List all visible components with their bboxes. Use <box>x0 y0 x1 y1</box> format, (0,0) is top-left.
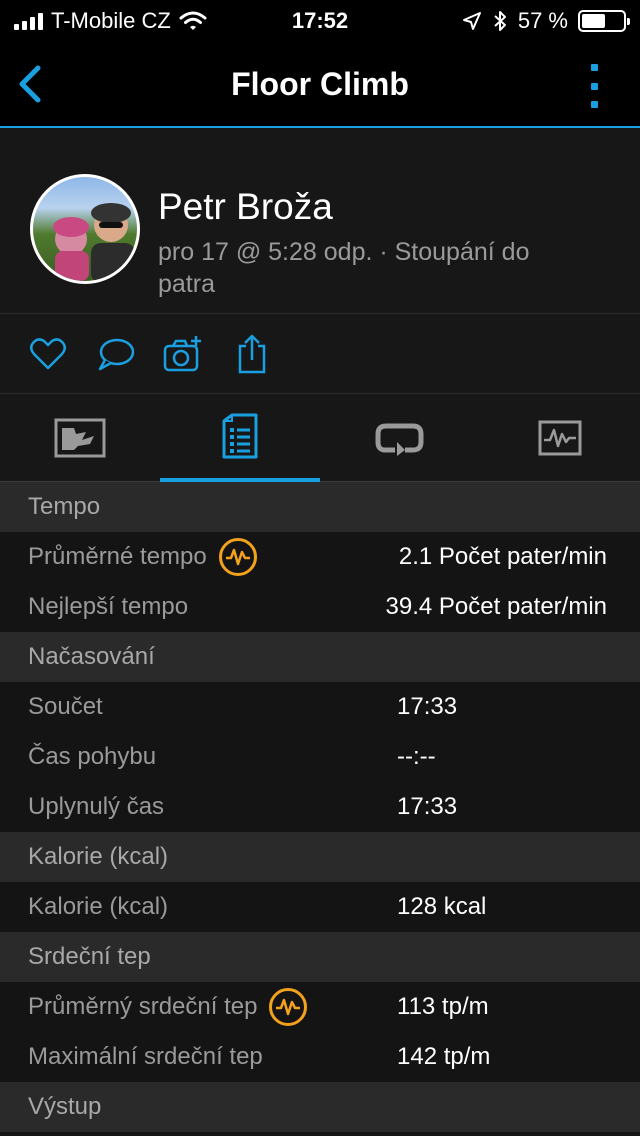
row-best-pace: Nejlepší tempo 39.4 Počet pater/min <box>0 582 640 632</box>
row-label: Nejlepší tempo <box>28 593 189 620</box>
more-vertical-icon[interactable] <box>588 64 600 108</box>
page-title: Floor Climb <box>231 66 409 102</box>
row-label: Čas pohybu <box>28 743 157 770</box>
row-value: --:-- <box>397 743 436 770</box>
status-right: 57 % <box>462 8 630 34</box>
tab-charts[interactable] <box>480 394 640 482</box>
action-bar <box>0 314 640 394</box>
laps-tab-icon <box>375 423 424 456</box>
section-timing: Načasování <box>0 632 640 682</box>
row-value: 17:33 <box>397 793 458 820</box>
add-photo-icon[interactable] <box>163 334 203 374</box>
tab-details[interactable] <box>160 394 320 482</box>
row-average-heart-rate: Průměrný srdeční tep 113 tp/m <box>0 982 640 1032</box>
tab-overview[interactable] <box>0 394 160 482</box>
like-heart-icon[interactable] <box>28 334 68 374</box>
activity-header: Petr Broža pro 17 @ 5:28 odp. · Stoupání… <box>0 130 640 314</box>
row-elapsed-time: Uplynulý čas 17:33 <box>0 782 640 832</box>
bluetooth-icon <box>494 11 506 31</box>
row-label: Průměrný srdeční tep <box>28 982 308 1032</box>
row-label: Uplynulý čas <box>28 793 165 820</box>
row-label: Kalorie (kcal) <box>28 893 169 920</box>
share-icon[interactable] <box>232 334 272 374</box>
row-total-time: Součet 17:33 <box>0 682 640 732</box>
tab-laps[interactable] <box>320 394 480 482</box>
row-value: 2.1 Počet pater/min <box>398 543 607 570</box>
heart-rate-icon[interactable] <box>218 538 257 576</box>
details-tab-icon <box>222 413 258 459</box>
section-ascent: Výstup <box>0 1082 640 1132</box>
battery-percent: 57 % <box>517 8 568 33</box>
row-value: 39.4 Počet pater/min <box>385 593 607 620</box>
tab-bar <box>0 394 640 482</box>
section-calories: Kalorie (kcal) <box>0 832 640 882</box>
row-partial <box>0 1132 640 1136</box>
stats-list: Tempo Průměrné tempo 2.1 Počet pater/min… <box>0 482 640 1136</box>
row-max-heart-rate: Maximální srdeční tep 142 tp/m <box>0 1032 640 1082</box>
row-value: 142 tp/m <box>397 1043 491 1070</box>
overview-tab-icon <box>54 418 106 458</box>
section-heart-rate: Srdeční tep <box>0 932 640 982</box>
row-value: 17:33 <box>397 693 458 720</box>
heart-rate-icon[interactable] <box>269 988 308 1026</box>
row-value: 113 tp/m <box>397 993 489 1020</box>
battery-icon <box>578 10 630 32</box>
activity-meta: pro 17 @ 5:28 odp. · Stoupání do patra <box>158 238 530 298</box>
user-name: Petr Broža <box>158 186 333 227</box>
avatar[interactable] <box>30 174 140 284</box>
location-arrow-icon <box>462 12 481 30</box>
row-label: Maximální srdeční tep <box>28 1043 263 1070</box>
nav-bar: Floor Climb <box>0 40 640 128</box>
row-average-pace: Průměrné tempo 2.1 Počet pater/min <box>0 532 640 582</box>
row-calories: Kalorie (kcal) 128 kcal <box>0 882 640 932</box>
row-label: Průměrné tempo <box>28 532 257 582</box>
row-label: Součet <box>28 693 103 720</box>
section-tempo: Tempo <box>0 482 640 532</box>
charts-tab-icon <box>538 420 582 456</box>
row-value: 128 kcal <box>397 893 487 920</box>
row-moving-time: Čas pohybu --:-- <box>0 732 640 782</box>
comment-icon[interactable] <box>96 334 136 374</box>
status-bar: T-Mobile CZ 17:52 57 % <box>0 0 640 40</box>
